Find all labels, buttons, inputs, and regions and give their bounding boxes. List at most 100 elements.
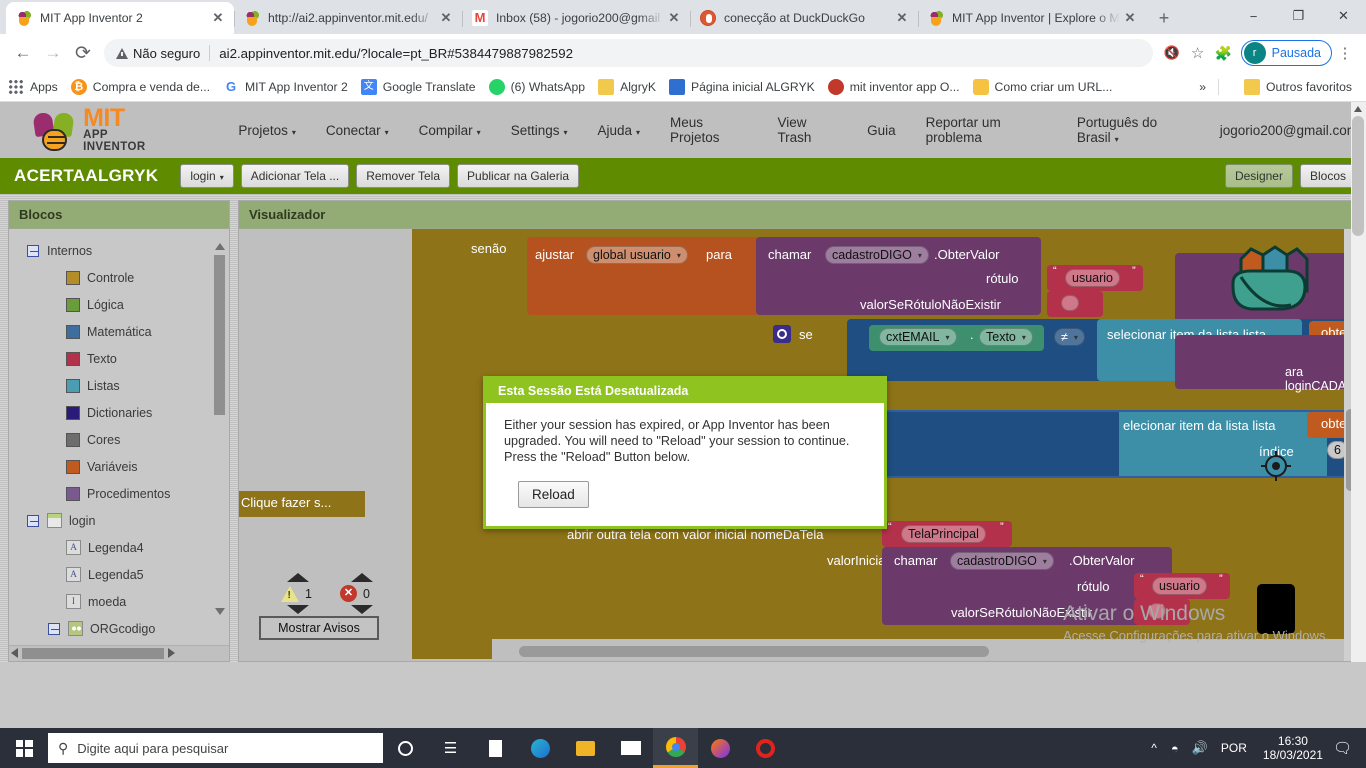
- menu-view-trash[interactable]: View Trash: [777, 115, 837, 145]
- scrollbar-thumb[interactable]: [22, 647, 164, 659]
- start-button[interactable]: [0, 728, 48, 768]
- collapse-icon[interactable]: [27, 514, 39, 527]
- field-empty-text-1[interactable]: [1061, 295, 1079, 311]
- bookmark-pagina-inicial[interactable]: Página inicial ALGRYK: [669, 78, 815, 95]
- taskbar-search[interactable]: ⚲ Digite aqui para pesquisar: [48, 733, 383, 763]
- mail-icon[interactable]: [608, 728, 653, 768]
- puzzle-icon[interactable]: 🧩: [1211, 40, 1237, 66]
- tree-item-legenda4[interactable]: A Legenda4: [9, 534, 229, 561]
- menu-reportar-problema[interactable]: Reportar um problema: [926, 115, 1047, 145]
- designer-toggle-button[interactable]: Designer: [1224, 164, 1293, 188]
- browser-tab-3[interactable]: conecção at DuckDuckGo ✕: [690, 2, 918, 34]
- tree-item-controle[interactable]: Controle: [9, 264, 229, 291]
- close-icon[interactable]: ✕: [1120, 10, 1140, 26]
- field-usuario-text-2[interactable]: usuario: [1152, 577, 1207, 595]
- blocks-canvas[interactable]: senão ajustar global usuario para chamar…: [239, 229, 1357, 661]
- opera-icon[interactable]: [743, 728, 788, 768]
- palette-vertical-scrollbar[interactable]: [214, 243, 225, 615]
- add-screen-button[interactable]: Adicionar Tela ...: [240, 164, 350, 188]
- menu-projetos[interactable]: Projetos ▾: [238, 123, 296, 138]
- bookmark-mit-inventor-app[interactable]: mit inventor app O...: [827, 78, 960, 95]
- show-warnings-button[interactable]: Mostrar Avisos: [259, 616, 379, 640]
- profile-chip[interactable]: r Pausada: [1240, 40, 1332, 66]
- tray-expand-icon[interactable]: ^: [1151, 741, 1157, 755]
- media-blocked-icon[interactable]: 🔇: [1159, 40, 1185, 66]
- new-tab-button[interactable]: +: [1150, 4, 1178, 32]
- control-block-spine[interactable]: [412, 229, 492, 659]
- scrollbar-thumb[interactable]: [1352, 116, 1364, 236]
- palette-horizontal-scrollbar[interactable]: [9, 644, 229, 661]
- tree-item-internos[interactable]: Internos: [9, 237, 229, 264]
- bookmarks-overflow-button[interactable]: »: [1199, 78, 1231, 95]
- tree-item-dictionaries[interactable]: Dictionaries: [9, 399, 229, 426]
- chrome-icon[interactable]: [653, 728, 698, 768]
- close-icon[interactable]: ✕: [892, 10, 912, 26]
- tree-item-login[interactable]: login: [9, 507, 229, 534]
- tree-item-variaveis[interactable]: Variáveis: [9, 453, 229, 480]
- center-blocks-button[interactable]: [1261, 451, 1291, 481]
- collapse-icon[interactable]: [48, 622, 60, 635]
- error-scroll-down-icon[interactable]: [351, 605, 373, 614]
- tree-item-texto[interactable]: Texto: [9, 345, 229, 372]
- tree-item-cores[interactable]: Cores: [9, 426, 229, 453]
- address-bar[interactable]: Não seguro ai2.appinventor.mit.edu/?loca…: [104, 39, 1153, 67]
- close-icon[interactable]: ✕: [436, 10, 456, 26]
- page-vertical-scrollbar[interactable]: [1351, 102, 1366, 662]
- avast-icon[interactable]: [698, 728, 743, 768]
- field-global-usuario-1[interactable]: global usuario: [586, 246, 688, 264]
- cortana-icon[interactable]: [383, 728, 428, 768]
- bookmark-como-criar-url[interactable]: Como criar um URL...: [972, 78, 1112, 95]
- menu-conectar[interactable]: Conectar ▾: [326, 123, 389, 138]
- explorer-icon[interactable]: [563, 728, 608, 768]
- warning-scroll-down-icon[interactable]: [287, 605, 309, 614]
- bookmark-compra[interactable]: ₿ Compra e venda de...: [70, 78, 210, 95]
- error-scroll-up-icon[interactable]: [351, 573, 373, 582]
- scroll-right-icon[interactable]: [168, 648, 175, 659]
- back-icon[interactable]: ←: [8, 38, 38, 68]
- browser-tab-2[interactable]: Inbox (58) - jogorio200@gmail ✕: [462, 2, 690, 34]
- volume-icon[interactable]: 🔊: [1192, 740, 1208, 756]
- menu-account[interactable]: jogorio200@gmail.com▾: [1220, 123, 1366, 138]
- field-usuario-text-1[interactable]: usuario: [1065, 269, 1120, 287]
- bookmark-whatsapp[interactable]: (6) WhatsApp: [488, 78, 585, 95]
- close-icon[interactable]: ✕: [208, 10, 228, 26]
- canvas-horizontal-scrollbar[interactable]: [519, 646, 989, 657]
- bookmark-outros-favoritos[interactable]: Outros favoritos: [1243, 78, 1352, 95]
- warning-scroll-up-icon[interactable]: [287, 573, 309, 582]
- screen-selector-button[interactable]: login ▾: [180, 164, 234, 188]
- minimize-icon[interactable]: −: [1231, 0, 1276, 32]
- blocks-toggle-button[interactable]: Blocos: [1299, 164, 1356, 188]
- tree-item-matematica[interactable]: Matemática: [9, 318, 229, 345]
- scrollbar-thumb[interactable]: [214, 255, 225, 415]
- bookmark-apps[interactable]: Apps: [8, 78, 58, 95]
- tree-item-procedimentos[interactable]: Procedimentos: [9, 480, 229, 507]
- browser-tab-0[interactable]: MIT App Inventor 2 ✕: [6, 2, 234, 34]
- close-icon[interactable]: ✕: [664, 10, 684, 26]
- star-icon[interactable]: ☆: [1185, 40, 1211, 66]
- tree-item-cxtcodigo[interactable]: I cxtCÓDIGO: [9, 642, 229, 645]
- bookmark-algryk[interactable]: AlgryK: [598, 78, 656, 95]
- tree-item-listas[interactable]: Listas: [9, 372, 229, 399]
- tree-item-moeda[interactable]: I moeda: [9, 588, 229, 615]
- tree-item-orgcodigo[interactable]: ORGcodigo: [9, 615, 229, 642]
- field-cxtemail[interactable]: cxtEMAIL: [879, 328, 957, 346]
- menu-compilar[interactable]: Compilar ▾: [419, 123, 481, 138]
- publish-gallery-button[interactable]: Publicar na Galeria: [457, 164, 580, 188]
- field-telaprincipal[interactable]: TelaPrincipal: [901, 525, 986, 543]
- maximize-icon[interactable]: ❐: [1276, 0, 1321, 32]
- field-neq-operator[interactable]: ≠: [1054, 328, 1085, 346]
- tree-item-legenda5[interactable]: A Legenda5: [9, 561, 229, 588]
- scroll-up-icon[interactable]: [1354, 106, 1362, 112]
- scroll-down-icon[interactable]: [214, 607, 225, 615]
- scroll-up-icon[interactable]: [214, 243, 225, 250]
- field-cadastrodigo-2[interactable]: cadastroDIGO: [950, 552, 1054, 570]
- forward-icon[interactable]: →: [38, 38, 68, 68]
- browser-tab-4[interactable]: MIT App Inventor | Explore o M ✕: [918, 2, 1146, 34]
- close-window-icon[interactable]: ✕: [1321, 0, 1366, 32]
- field-cadastrodigo-1[interactable]: cadastroDIGO: [825, 246, 929, 264]
- task-view-icon[interactable]: ☰: [428, 728, 473, 768]
- notifications-icon[interactable]: 🗨: [1333, 739, 1352, 757]
- notepad-icon[interactable]: [473, 728, 518, 768]
- edge-icon[interactable]: [518, 728, 563, 768]
- bookmark-translate[interactable]: 文 Google Translate: [360, 78, 476, 95]
